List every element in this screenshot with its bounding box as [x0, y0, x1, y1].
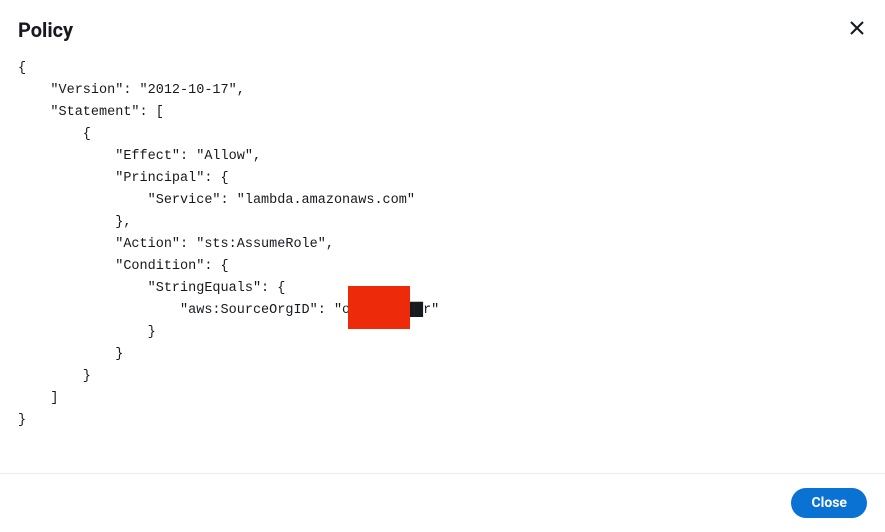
- code-line: }: [18, 369, 91, 384]
- policy-json-code: { "Version": "2012-10-17", "Statement": …: [18, 58, 867, 432]
- close-icon[interactable]: [847, 18, 867, 38]
- code-line: "Statement": [: [18, 105, 164, 120]
- code-line: "Service": "lambda.amazonaws.com": [18, 193, 415, 208]
- policy-modal: Policy { "Version": "2012-10-17", "State…: [0, 0, 885, 532]
- close-button[interactable]: Close: [791, 488, 867, 518]
- code-line: "Version": "2012-10-17",: [18, 83, 245, 98]
- code-line: }: [18, 413, 26, 428]
- code-line: "Principal": {: [18, 171, 229, 186]
- code-line: },: [18, 215, 131, 230]
- code-line: }: [18, 347, 123, 362]
- modal-footer: Close: [0, 473, 885, 532]
- code-line: {: [18, 61, 26, 76]
- code-line: "StringEquals": {: [18, 281, 285, 296]
- code-line: "Condition": {: [18, 259, 229, 274]
- code-line: ]: [18, 391, 59, 406]
- code-line: "Effect": "Allow",: [18, 149, 261, 164]
- redaction-block: [348, 286, 410, 329]
- modal-body: { "Version": "2012-10-17", "Statement": …: [0, 50, 885, 473]
- code-line: {: [18, 127, 91, 142]
- code-line: "Action": "sts:AssumeRole",: [18, 237, 334, 252]
- modal-header: Policy: [0, 0, 885, 50]
- code-line: }: [18, 325, 156, 340]
- modal-title: Policy: [18, 18, 73, 42]
